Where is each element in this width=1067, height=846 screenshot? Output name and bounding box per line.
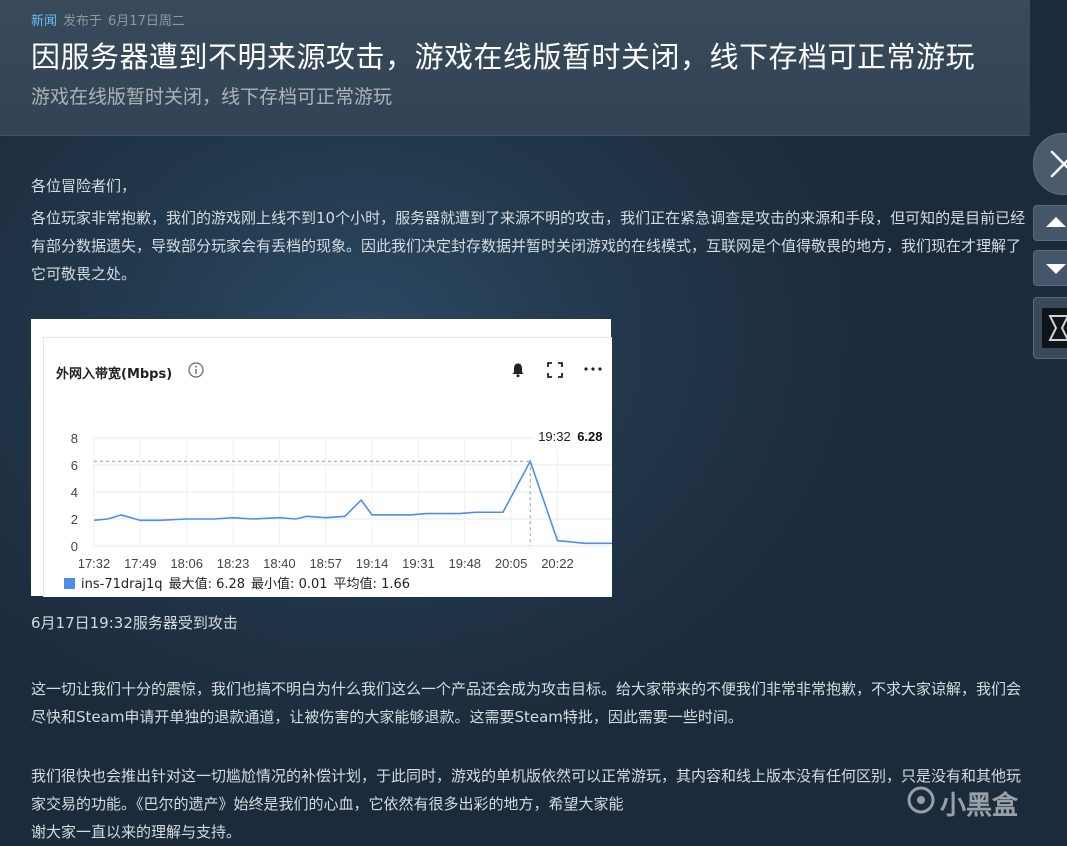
article-subtitle: 游戏在线版暂时关闭，线下存档可正常游玩	[31, 86, 393, 108]
paragraph-2: 这一切让我们十分的震惊，我们也搞不明白为什么我们这么一个产品还会成为攻击目标。给…	[31, 680, 1022, 726]
paragraph-3-tail: 谢大家一直以来的理解与支持。	[31, 823, 242, 841]
chevron-down-icon	[1046, 264, 1066, 274]
y-tick-label: 8	[71, 431, 78, 446]
chart-legend: ins-71draj1q 最大值: 6.28 最小值: 0.01 平均值: 1.66	[64, 573, 410, 592]
paragraph-3-text: 我们很快也会推出针对这一切尴尬情况的补偿计划，于此同时，游戏的单机版依然可以正常…	[31, 767, 1022, 813]
game-thumbnail	[1042, 308, 1067, 348]
legend-min-value: 0.01	[298, 577, 328, 592]
x-tick-label: 17:32	[78, 556, 111, 568]
close-icon	[1050, 150, 1067, 178]
watermark-text: 小黑盒	[940, 791, 1019, 821]
x-tick-label: 18:06	[170, 556, 203, 568]
y-tick-label: 4	[71, 485, 78, 500]
legend-avg-label: 平均值:	[333, 577, 377, 592]
article-title: 因服务器遭到不明来源攻击，游戏在线版暂时关闭，线下存档可正常游玩	[31, 40, 976, 74]
x-tick-label: 19:14	[356, 556, 389, 568]
watermark-logo-icon	[907, 786, 935, 814]
article-header: 新闻 发布于 6月17日周二 因服务器遭到不明来源攻击，游戏在线版暂时关闭，线下存档…	[0, 0, 1030, 136]
tooltip-value: 6.28	[577, 429, 602, 444]
more-icon	[584, 367, 602, 371]
legend-series-name: ins-71draj1q	[81, 577, 163, 592]
legend-max-value: 6.28	[216, 577, 246, 592]
expand-icon	[547, 362, 563, 378]
x-tick-label: 18:40	[263, 556, 296, 568]
game-logo-icon	[1048, 315, 1067, 341]
paragraph-1: 各位玩家非常抱歉，我们的游戏刚上线不到10个小时，服务器就遭到了来源不明的攻击，…	[31, 209, 1026, 283]
bandwidth-chart-image: 外网入带宽(Mbps) 0 2 4 6 8 17:32 17:49 18:06 18:23 18:…	[31, 319, 612, 597]
y-tick-label: 0	[71, 539, 78, 554]
x-tick-label: 18:57	[309, 556, 342, 568]
scroll-down-button[interactable]	[1033, 250, 1067, 286]
post-date: 6月17日周二	[108, 14, 185, 29]
image-caption: 6月17日19:32服务器受到攻击	[31, 614, 238, 632]
legend-swatch	[64, 578, 75, 589]
posted-label: 发布于	[63, 14, 103, 29]
legend-min-label: 最小值:	[251, 577, 295, 592]
x-tick-label: 20:22	[541, 556, 574, 568]
y-tick-label: 6	[71, 458, 78, 473]
legend-max-label: 最大值:	[168, 577, 212, 592]
news-tag[interactable]: 新闻	[31, 14, 57, 29]
chart-panel: 外网入带宽(Mbps) 0 2 4 6 8 17:32 17:49 18:06 18:23 18:…	[43, 337, 612, 597]
line-plot: 0 2 4 6 8 17:32 17:49 18:06 18:23 18:40 18:57 19:14…	[71, 422, 612, 568]
chart-title: 外网入带宽(Mbps)	[56, 367, 173, 382]
series-line	[93, 459, 612, 545]
x-tick-label: 19:31	[402, 556, 435, 568]
page-background: 新闻 发布于 6月17日周二 因服务器遭到不明来源攻击，游戏在线版暂时关闭，线下存档…	[0, 0, 1067, 842]
close-button[interactable]	[1033, 133, 1067, 195]
bell-icon	[512, 363, 524, 378]
greeting-text: 各位冒险者们，	[31, 177, 137, 195]
tooltip-time: 19:32	[538, 429, 571, 444]
game-thumbnail-button[interactable]	[1033, 297, 1067, 359]
article-meta: 新闻 发布于 6月17日周二	[31, 10, 185, 29]
legend-avg-value: 1.66	[381, 577, 411, 592]
scroll-up-button[interactable]	[1033, 205, 1067, 241]
x-tick-label: 17:49	[124, 556, 157, 568]
y-tick-label: 2	[71, 512, 78, 527]
x-tick-label: 19:48	[449, 556, 482, 568]
info-icon	[188, 362, 204, 378]
paragraph-3: 我们很快也会推出针对这一切尴尬情况的补偿计划，于此同时，游戏的单机版依然可以正常…	[31, 762, 1031, 846]
x-tick-label: 20:05	[495, 556, 528, 568]
chevron-up-icon	[1046, 217, 1066, 227]
x-tick-label: 18:23	[217, 556, 250, 568]
